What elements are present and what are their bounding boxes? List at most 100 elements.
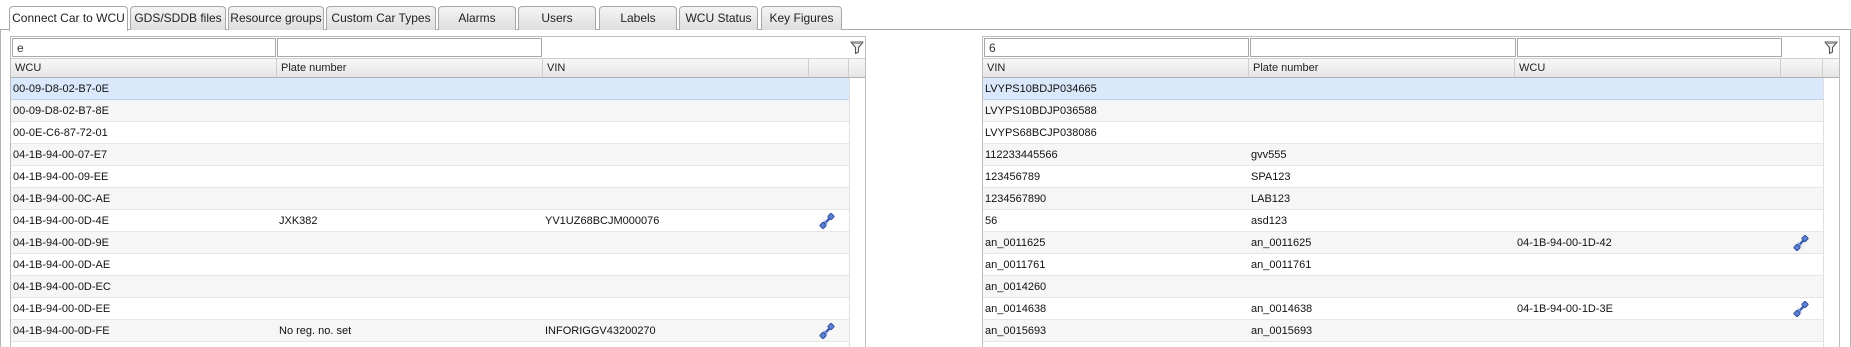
column-header-vin[interactable]: VIN (543, 59, 809, 77)
cell-wcu: 04-1B-94-00-0D-EE (13, 303, 111, 315)
vin-filter-input[interactable] (984, 38, 1249, 57)
table-row[interactable]: LVYPS10BDJP036588 (983, 100, 1823, 122)
cell-vin (543, 78, 807, 99)
column-header-wcu[interactable]: WCU (1515, 59, 1781, 77)
cell-wcu: 04-1B-94-00-0D-AE (13, 259, 111, 271)
table-row[interactable]: 123456789 SPA123 (983, 166, 1823, 188)
wcu-filter-input[interactable] (12, 38, 276, 57)
cell-vin: 56 (985, 215, 998, 227)
table-row[interactable]: LVYPS10BDJP034665 (983, 78, 1823, 100)
tab-key-figures[interactable]: Key Figures (761, 6, 842, 30)
connection-link-icon[interactable] (1793, 235, 1809, 251)
vehicle-grid-panel: VIN Plate number WCU LVYPS10BDJP034665LV… (982, 36, 1840, 347)
cell-plate: an_0014638 (1251, 303, 1313, 315)
column-header-wcu[interactable]: WCU (11, 59, 277, 77)
cell-plate (277, 100, 541, 121)
cell-wcu: 00-09-D8-02-B7-0E (13, 83, 109, 95)
cell-plate (277, 298, 541, 319)
tab-alarms[interactable]: Alarms (438, 6, 516, 30)
table-row[interactable]: 04-1B-94-00-0D-9E (11, 232, 849, 254)
cell-wcu: 04-1B-94-00-09-EE (13, 171, 109, 183)
column-header-action (809, 59, 849, 77)
wcu-filter-row (11, 37, 865, 58)
cell-vin (543, 232, 807, 253)
cell-plate (277, 78, 541, 99)
table-row[interactable]: 112233445566 gvv555 (983, 144, 1823, 166)
cell-plate: JXK382 (279, 215, 318, 227)
table-row[interactable]: an_0015693 an_0015693 (983, 320, 1823, 342)
cell-vin: 1234567890 (985, 193, 1047, 205)
vehicle-filter-row (983, 37, 1839, 58)
table-row[interactable]: LVYPS68BCJP038086 (983, 122, 1823, 144)
table-row[interactable]: an_0014260 (983, 276, 1823, 298)
cell-wcu: 00-0E-C6-87-72-01 (13, 127, 108, 139)
connection-link-icon[interactable] (819, 213, 835, 229)
cell-wcu: 04-1B-94-00-0D-4E (13, 215, 109, 227)
cell-vin: 112233445566 (985, 149, 1058, 161)
tab-labels[interactable]: Labels (599, 6, 677, 30)
plate-filter-input[interactable] (277, 38, 542, 57)
cell-vin: an_0011761 (985, 259, 1046, 271)
cell-wcu: 04-1B-94-00-0D-FE (13, 325, 110, 337)
column-header-plate-number[interactable]: Plate number (1249, 59, 1515, 77)
table-row[interactable]: 04-1B-94-00-0D-EE (11, 298, 849, 320)
cell-wcu: 04-1B-94-00-0D-9E (13, 237, 109, 249)
vehicle-grid-body: LVYPS10BDJP034665 LVYPS10BDJP036588 LVYPS6… (983, 78, 1839, 347)
tab-connect-car-to-wcu[interactable]: Connect Car to WCU (9, 6, 128, 31)
table-row[interactable]: an_0011625 an_0011625 04-1B-94-00-1D-42 (983, 232, 1823, 254)
table-row[interactable]: 00-09-D8-02-B7-0E (11, 78, 849, 100)
cell-plate (277, 276, 541, 297)
tab-resource-groups[interactable]: Resource groups (228, 6, 324, 30)
wcu-grid-panel: WCU Plate number VIN 00-09-D8-02-B7-0E 00… (10, 36, 866, 347)
cell-vin: an_0014260 (985, 281, 1047, 293)
tab-wcu-status[interactable]: WCU Status (679, 6, 758, 30)
cell-plate: an_0011761 (1251, 259, 1312, 271)
cell-plate: an_0011625 (1251, 237, 1312, 249)
funnel-icon[interactable] (1823, 39, 1839, 55)
tab-users[interactable]: Users (518, 6, 596, 30)
cell-vin (543, 144, 807, 165)
cell-wcu (1515, 144, 1779, 165)
cell-plate (1249, 78, 1513, 99)
cell-plate (277, 254, 541, 275)
cell-wcu (1515, 210, 1779, 231)
table-row[interactable]: an_0011761 an_0011761 (983, 254, 1823, 276)
cell-wcu: 04-1B-94-00-1D-3E (1517, 303, 1613, 315)
wcu-filter-input-right[interactable] (1517, 38, 1782, 57)
cell-wcu (1515, 254, 1779, 275)
cell-plate (1249, 100, 1513, 121)
table-row[interactable]: 04-1B-94-00-0D-AE (11, 254, 849, 276)
tab-gds-sddb-files[interactable]: GDS/SDDB files (130, 6, 226, 30)
table-row[interactable]: 00-09-D8-02-B7-8E (11, 100, 849, 122)
cell-vin (543, 166, 807, 187)
vehicle-grid-header: VIN Plate number WCU (983, 58, 1839, 78)
cell-wcu (1515, 78, 1779, 99)
table-row[interactable]: 04-1B-94-00-0C-AE (11, 188, 849, 210)
table-row[interactable]: an_0014638 an_0014638 04-1B-94-00-1D-3E (983, 298, 1823, 320)
cell-vin: INFORIGGV43200270 (545, 325, 656, 337)
table-row[interactable]: 00-0E-C6-87-72-01 (11, 122, 849, 144)
table-row[interactable]: 1234567890 LAB123 (983, 188, 1823, 210)
tab-bar: Connect Car to WCU GDS/SDDB files Resour… (0, 0, 1851, 31)
table-row[interactable]: 04-1B-94-00-0D-EC (11, 276, 849, 298)
cell-wcu: 04-1B-94-00-07-E7 (13, 149, 108, 161)
wcu-grid-header: WCU Plate number VIN (11, 58, 865, 78)
table-row[interactable]: 04-1B-94-00-0D-4E JXK382 YV1UZ68BCJM000076 (11, 210, 849, 232)
tab-custom-car-types[interactable]: Custom Car Types (326, 6, 436, 30)
table-row[interactable]: 04-1B-94-00-0D-FE No reg. no. set INFORIGG… (11, 320, 849, 342)
funnel-icon[interactable] (849, 39, 865, 55)
column-header-vin[interactable]: VIN (983, 59, 1249, 77)
connection-link-icon[interactable] (1793, 301, 1809, 317)
column-header-plate-number[interactable]: Plate number (277, 59, 543, 77)
table-row[interactable]: 04-1B-94-00-07-E7 (11, 144, 849, 166)
cell-plate: gvv555 (1251, 149, 1287, 161)
cell-vin (543, 100, 807, 121)
cell-wcu (1515, 188, 1779, 209)
cell-vin (543, 276, 807, 297)
plate-filter-input-right[interactable] (1250, 38, 1516, 57)
table-row[interactable]: 04-1B-94-00-09-EE (11, 166, 849, 188)
connection-link-icon[interactable] (819, 323, 835, 339)
table-row[interactable]: 56 asd123 (983, 210, 1823, 232)
cell-vin: an_0014638 (985, 303, 1047, 315)
cell-vin: LVYPS68BCJP038086 (985, 127, 1097, 139)
